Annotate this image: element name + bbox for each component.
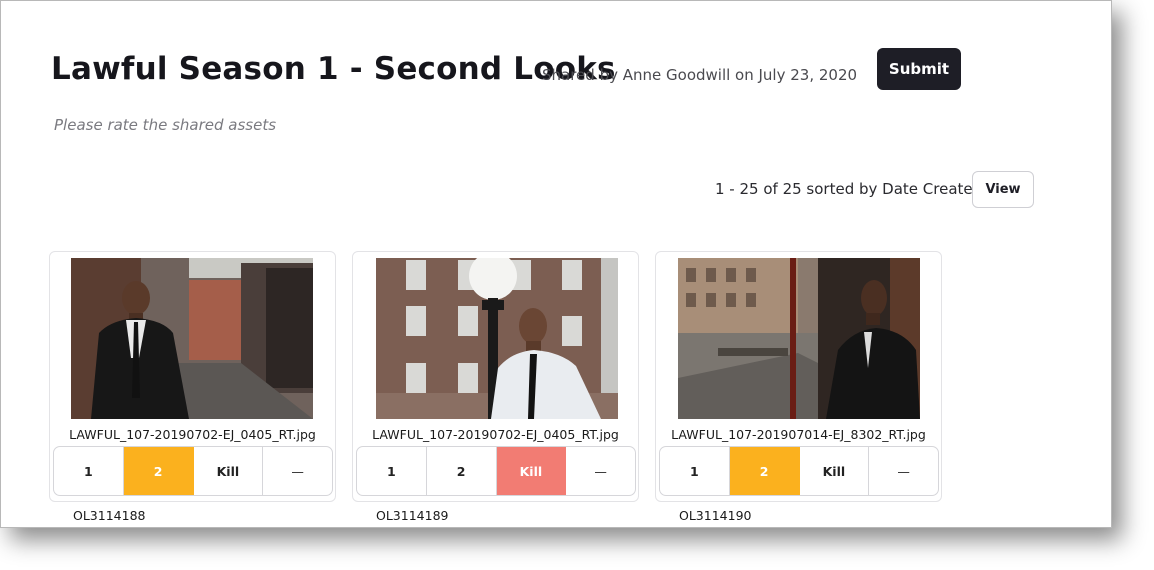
asset-card: LAWFUL_107-201907014-EJ_8302_RT.jpg 1 2 … [655,251,942,502]
rating-option-none[interactable]: — [566,447,635,495]
rating-option-kill[interactable]: Kill [194,447,264,495]
rating-option-2[interactable]: 2 [123,447,194,495]
man-in-alley-photo[interactable] [71,258,313,419]
asset-id: OL3114189 [376,508,449,523]
asset-filename: LAWFUL_107-201907014-EJ_8302_RT.jpg [671,427,926,442]
submit-button[interactable]: Submit [877,48,961,90]
rating-option-2[interactable]: 2 [729,447,800,495]
asset-card: LAWFUL_107-20190702-EJ_0405_RT.jpg 1 2 K… [352,251,639,502]
rating-selector: 1 2 Kill — [53,446,333,496]
rating-option-2[interactable]: 2 [427,447,497,495]
asset-filename: LAWFUL_107-20190702-EJ_0405_RT.jpg [69,427,316,442]
asset-filename: LAWFUL_107-20190702-EJ_0405_RT.jpg [372,427,619,442]
asset-card: LAWFUL_107-20190702-EJ_0405_RT.jpg 1 2 K… [49,251,336,502]
rating-option-none[interactable]: — [869,447,938,495]
asset-id: OL3114188 [73,508,146,523]
rating-option-1[interactable]: 1 [54,447,124,495]
view-button[interactable]: View [972,171,1034,208]
instructions-text: Please rate the shared assets [54,116,277,134]
pagination-sort-info: 1 - 25 of 25 sorted by Date Created [715,180,983,198]
app-window: Lawful Season 1 - Second Looks Shared by… [0,0,1112,528]
rating-option-none[interactable]: — [263,447,332,495]
rating-selector: 1 2 Kill — [356,446,636,496]
page-title: Lawful Season 1 - Second Looks [51,51,616,87]
asset-id: OL3114190 [679,508,752,523]
rating-option-kill[interactable]: Kill [800,447,870,495]
rating-option-kill[interactable]: Kill [496,447,567,495]
man-by-lamppost-photo[interactable] [376,258,618,419]
rating-option-1[interactable]: 1 [660,447,730,495]
rating-option-1[interactable]: 1 [357,447,427,495]
shared-by-text: Shared by Anne Goodwill on July 23, 2020 [542,66,858,84]
man-on-street-photo[interactable] [678,258,920,419]
rating-selector: 1 2 Kill — [659,446,939,496]
